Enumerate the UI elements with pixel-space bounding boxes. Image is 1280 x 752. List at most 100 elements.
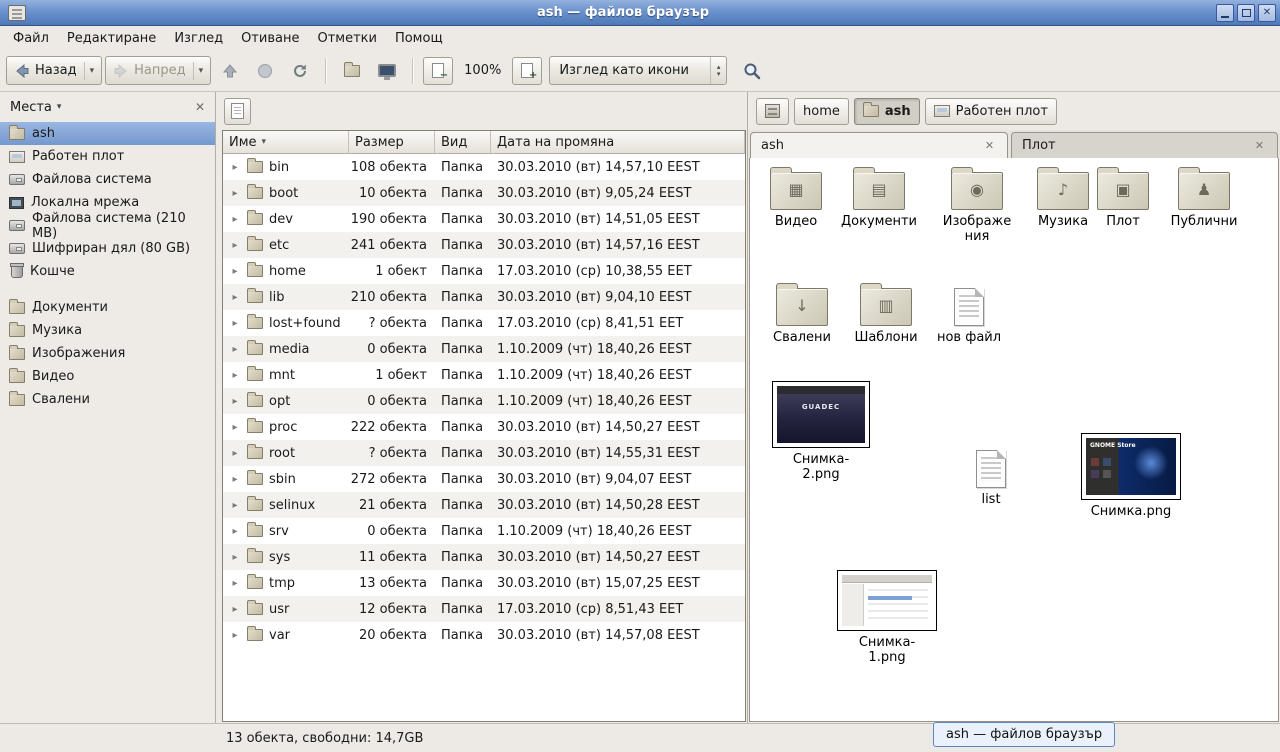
sidebar-item-pictures[interactable]: Изображения	[0, 342, 215, 365]
root-path-button[interactable]	[756, 98, 789, 125]
stop-button[interactable]	[249, 56, 281, 86]
menu-file[interactable]: Файл	[4, 28, 58, 49]
table-row[interactable]: ▸lib 210 обекта Папка 30.03.2010 (вт) 9,…	[223, 284, 745, 310]
icon-item-desktop[interactable]: ▣ Плот	[1089, 172, 1157, 230]
expander-icon[interactable]: ▸	[229, 214, 241, 225]
table-row[interactable]: ▸sys 11 обекта Папка 30.03.2010 (вт) 14,…	[223, 544, 745, 570]
column-header-size[interactable]: Размер	[349, 131, 435, 154]
forward-button[interactable]: Напред ▾	[105, 56, 211, 85]
expander-icon[interactable]: ▸	[229, 292, 241, 303]
sidebar-item-downloads[interactable]: Свалени	[0, 388, 215, 411]
expander-icon[interactable]: ▸	[229, 396, 241, 407]
table-row[interactable]: ▸home 1 обект Папка 17.03.2010 (ср) 10,3…	[223, 258, 745, 284]
table-row[interactable]: ▸var 20 обекта Папка 30.03.2010 (вт) 14,…	[223, 622, 745, 648]
expander-icon[interactable]: ▸	[229, 162, 241, 173]
expander-icon[interactable]: ▸	[229, 474, 241, 485]
expander-icon[interactable]: ▸	[229, 448, 241, 459]
path-button-desktop[interactable]: Работен плот	[925, 98, 1057, 125]
path-button-ash[interactable]: ash	[854, 98, 920, 125]
icon-item-pictures[interactable]: ◉ Изображения	[935, 172, 1019, 245]
expander-icon[interactable]: ▸	[229, 240, 241, 251]
expander-icon[interactable]: ▸	[229, 188, 241, 199]
sidebar-item-trash[interactable]: Кошче	[0, 260, 215, 283]
menu-bookmarks[interactable]: Отметки	[308, 28, 385, 49]
menu-view[interactable]: Изглед	[165, 28, 232, 49]
menu-edit[interactable]: Редактиране	[58, 28, 165, 49]
icon-item-snimka-1[interactable]: Снимка-1.png	[837, 570, 937, 666]
up-button[interactable]	[214, 56, 246, 86]
icon-item-documents[interactable]: ▤ Документи	[837, 172, 921, 230]
search-button[interactable]	[736, 56, 768, 86]
expander-icon[interactable]: ▸	[229, 344, 241, 355]
sidebar-item-desktop[interactable]: Работен плот	[0, 145, 215, 168]
tab-plot[interactable]: Плот ✕	[1011, 132, 1278, 158]
sidebar-item-videos[interactable]: Видео	[0, 365, 215, 388]
expander-icon[interactable]: ▸	[229, 500, 241, 511]
zoom-in-button[interactable]: +	[512, 57, 542, 85]
location-icon-button[interactable]	[224, 98, 251, 125]
icon-item-public[interactable]: ♟ Публични	[1162, 172, 1246, 230]
expander-icon[interactable]: ▸	[229, 552, 241, 563]
table-row[interactable]: ▸root ? обекта Папка 30.03.2010 (вт) 14,…	[223, 440, 745, 466]
column-header-type[interactable]: Вид	[435, 131, 491, 154]
icon-item-templates[interactable]: ▥ Шаблони	[844, 288, 928, 346]
table-row[interactable]: ▸media 0 обекта Папка 1.10.2009 (чт) 18,…	[223, 336, 745, 362]
table-row[interactable]: ▸bin 108 обекта Папка 30.03.2010 (вт) 14…	[223, 154, 745, 180]
path-button-home[interactable]: home	[794, 98, 849, 125]
expander-icon[interactable]: ▸	[229, 630, 241, 641]
table-row[interactable]: ▸tmp 13 обекта Папка 30.03.2010 (вт) 15,…	[223, 570, 745, 596]
sidebar-item-ash[interactable]: ash	[0, 122, 215, 145]
menu-help[interactable]: Помощ	[386, 28, 452, 49]
maximize-button[interactable]	[1237, 4, 1255, 22]
icon-item-list[interactable]: list	[961, 450, 1021, 508]
computer-button[interactable]	[371, 56, 403, 86]
icon-item-new-file[interactable]: нов файл	[927, 288, 1011, 346]
view-mode-dropdown[interactable]: Изглед като икони ▴▾	[549, 56, 727, 85]
table-row[interactable]: ▸etc 241 обекта Папка 30.03.2010 (вт) 14…	[223, 232, 745, 258]
menu-go[interactable]: Отиване	[232, 28, 308, 49]
column-header-name[interactable]: Име ▾	[223, 131, 349, 154]
tab-close-button[interactable]: ✕	[982, 138, 997, 153]
expander-icon[interactable]: ▸	[229, 318, 241, 329]
expander-icon[interactable]: ▸	[229, 266, 241, 277]
icon-item-downloads[interactable]: ↓ Свалени	[760, 288, 844, 346]
back-button[interactable]: Назад ▾	[6, 56, 102, 85]
table-row[interactable]: ▸proc 222 обекта Папка 30.03.2010 (вт) 1…	[223, 414, 745, 440]
expander-icon[interactable]: ▸	[229, 422, 241, 433]
sidebar-item-documents[interactable]: Документи	[0, 296, 215, 319]
sort-indicator-icon: ▾	[262, 137, 267, 147]
expander-icon[interactable]: ▸	[229, 604, 241, 615]
tab-close-button[interactable]: ✕	[1252, 138, 1267, 153]
expander-icon[interactable]: ▸	[229, 370, 241, 381]
table-row[interactable]: ▸opt 0 обекта Папка 1.10.2009 (чт) 18,40…	[223, 388, 745, 414]
expander-icon[interactable]: ▸	[229, 578, 241, 589]
back-history-chevron-icon[interactable]: ▾	[84, 62, 95, 80]
table-row[interactable]: ▸srv 0 обекта Папка 1.10.2009 (чт) 18,40…	[223, 518, 745, 544]
sidebar-mode-selector[interactable]: Места ▾	[10, 100, 61, 115]
table-row[interactable]: ▸dev 190 обекта Папка 30.03.2010 (вт) 14…	[223, 206, 745, 232]
table-row[interactable]: ▸boot 10 обекта Папка 30.03.2010 (вт) 9,…	[223, 180, 745, 206]
desktop-icon	[934, 105, 950, 117]
zoom-out-button[interactable]: −	[423, 57, 453, 85]
column-header-date[interactable]: Дата на промяна	[491, 131, 745, 154]
icon-item-snimka-2[interactable]: GUADEC Снимка-2.png	[772, 381, 870, 483]
close-button[interactable]: ✕	[1258, 4, 1276, 22]
icon-item-videos[interactable]: ▦ Видео	[754, 172, 838, 230]
icon-item-snimka[interactable]: GNOME Store Снимка.png	[1081, 433, 1181, 520]
sidebar-item-filesystem-210mb[interactable]: Файлова система (210 MB)	[0, 214, 215, 237]
sidebar-close-button[interactable]: ✕	[191, 98, 209, 116]
table-row[interactable]: ▸mnt 1 обект Папка 1.10.2009 (чт) 18,40,…	[223, 362, 745, 388]
minimize-button[interactable]	[1216, 4, 1234, 22]
expander-icon[interactable]: ▸	[229, 526, 241, 537]
table-row[interactable]: ▸sbin 272 обекта Папка 30.03.2010 (вт) 9…	[223, 466, 745, 492]
table-row[interactable]: ▸selinux 21 обекта Папка 30.03.2010 (вт)…	[223, 492, 745, 518]
sidebar-item-encrypted-volume[interactable]: Шифриран дял (80 GB)	[0, 237, 215, 260]
table-row[interactable]: ▸lost+found ? обекта Папка 17.03.2010 (с…	[223, 310, 745, 336]
status-text: 13 обекта, свободни: 14,7GB	[226, 731, 423, 746]
reload-button[interactable]	[284, 56, 316, 86]
tab-ash[interactable]: ash ✕	[750, 132, 1008, 158]
sidebar-item-music[interactable]: Музика	[0, 319, 215, 342]
table-row[interactable]: ▸usr 12 обекта Папка 17.03.2010 (ср) 8,5…	[223, 596, 745, 622]
sidebar-item-filesystem[interactable]: Файлова система	[0, 168, 215, 191]
home-button[interactable]	[336, 56, 368, 86]
